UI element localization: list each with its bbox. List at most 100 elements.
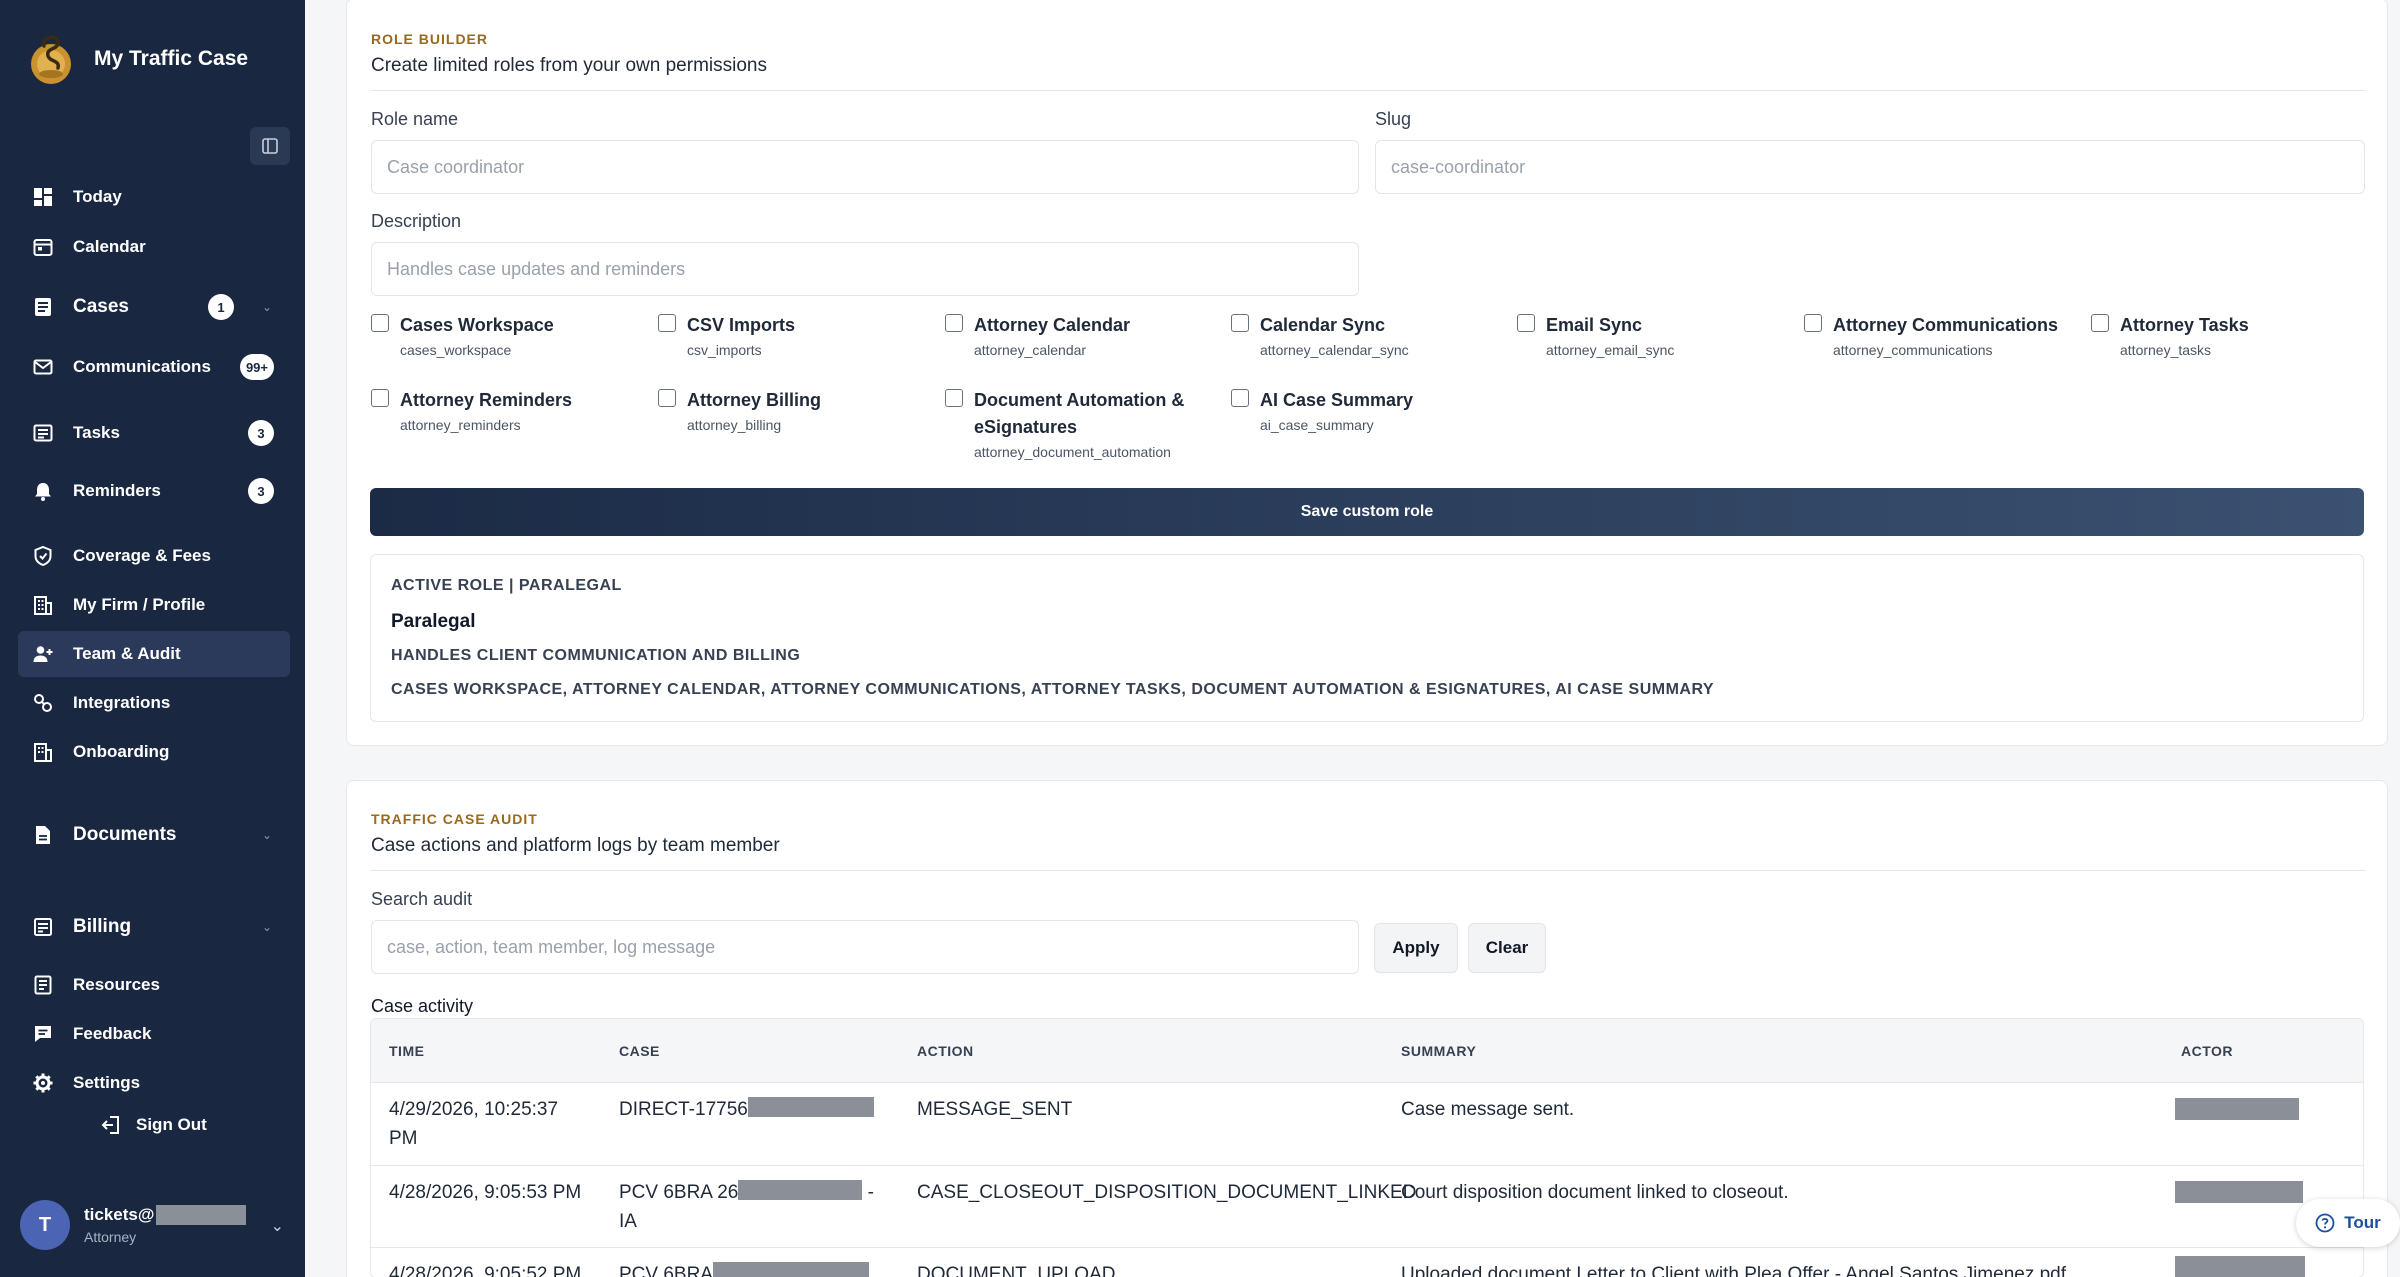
slug-label: Slug xyxy=(1375,109,1412,129)
permission-title: Email Sync xyxy=(1546,315,1643,335)
chevron-down-icon[interactable]: ⌄ xyxy=(262,300,272,314)
sidebar-item-reminders[interactable]: Reminders 3 xyxy=(18,468,290,514)
permission-attorney-tasks[interactable]: Attorney Tasks attorney_tasks xyxy=(2091,312,2371,358)
tour-button[interactable]: Tour xyxy=(2296,1199,2400,1247)
checkbox[interactable] xyxy=(371,314,389,332)
checkbox[interactable] xyxy=(1517,314,1535,332)
slug-input[interactable]: case-coordinator xyxy=(1375,140,2365,194)
permission-title: Attorney Billing xyxy=(687,390,821,410)
column-header: TIME xyxy=(389,1043,425,1059)
search-audit-input[interactable]: case, action, team member, log message xyxy=(371,920,1359,974)
help-circle-icon xyxy=(2315,1213,2335,1233)
case-activity-table: TIME CASE ACTION SUMMARY ACTOR 4/29/2026… xyxy=(370,1018,2364,1277)
sidebar-collapse-button[interactable] xyxy=(250,127,290,165)
sidebar-item-settings[interactable]: Settings xyxy=(18,1060,290,1106)
app-root: My Traffic Case Today Calendar Cases 1 ⌄… xyxy=(0,0,2400,1277)
description-input[interactable]: Handles case updates and reminders xyxy=(371,242,1359,296)
sidebar-item-resources[interactable]: Resources xyxy=(18,962,290,1008)
cell-case: PCV 6BRA xyxy=(619,1260,869,1277)
checkbox[interactable] xyxy=(658,314,676,332)
column-header: SUMMARY xyxy=(1401,1043,1477,1059)
apply-button[interactable]: Apply xyxy=(1374,923,1458,973)
user-email: tickets@ xyxy=(84,1205,247,1225)
checkbox[interactable] xyxy=(945,314,963,332)
cell-case-text: PCV 6BRA xyxy=(619,1264,713,1277)
sidebar-item-billing[interactable]: Billing ⌄ xyxy=(18,904,290,950)
permission-attorney-reminders[interactable]: Attorney Reminders attorney_reminders xyxy=(371,387,651,433)
sidebar-item-onboarding[interactable]: Onboarding xyxy=(18,729,290,775)
sidebar-item-label: Onboarding xyxy=(73,742,170,761)
sidebar-item-team-audit[interactable]: Team & Audit xyxy=(18,631,290,677)
chevron-down-icon[interactable]: ⌄ xyxy=(271,1216,284,1236)
bell-icon xyxy=(35,483,51,501)
resources-icon xyxy=(34,975,52,995)
sidebar-item-calendar[interactable]: Calendar xyxy=(18,224,290,270)
cell-summary: Uploaded document Letter to Client with … xyxy=(1401,1264,2067,1277)
permission-title: Calendar Sync xyxy=(1260,315,1386,335)
permission-attorney-calendar[interactable]: Attorney Calendar attorney_calendar xyxy=(945,312,1225,358)
calendar-icon xyxy=(33,239,53,256)
permission-slug: attorney_calendar_sync xyxy=(1260,342,1409,358)
permission-cases-workspace[interactable]: Cases Workspace cases_workspace xyxy=(371,312,651,358)
table-row[interactable]: 4/28/2026, 9:05:52 PM PCV 6BRA DOCUMENT_… xyxy=(371,1248,2363,1277)
user-info: tickets@ Attorney xyxy=(84,1205,247,1245)
divider xyxy=(371,90,2365,91)
active-role-header: ACTIVE ROLE | PARALEGAL xyxy=(391,577,622,594)
permission-ai-case-summary[interactable]: AI Case Summary ai_case_summary xyxy=(1231,387,1511,433)
permission-attorney-communications[interactable]: Attorney Communications attorney_communi… xyxy=(1804,312,2084,358)
column-header: ACTOR xyxy=(2181,1043,2234,1059)
sidebar-item-today[interactable]: Today xyxy=(18,174,290,220)
user-email-text: tickets@ xyxy=(84,1205,155,1224)
sidebar-item-tasks[interactable]: Tasks 3 xyxy=(18,410,290,456)
chevron-down-icon[interactable]: ⌄ xyxy=(262,920,272,934)
sidebar-item-label: Calendar xyxy=(73,237,146,256)
user-plus-icon xyxy=(33,646,53,662)
cell-time: PM xyxy=(389,1128,418,1149)
sidebar-item-label: Feedback xyxy=(73,1024,152,1043)
permission-slug: attorney_email_sync xyxy=(1546,342,1675,358)
sidebar-item-coverage[interactable]: Coverage & Fees xyxy=(18,533,290,579)
cell-time: 4/29/2026, 10:25:37 xyxy=(389,1099,559,1120)
count-badge: 3 xyxy=(248,478,274,504)
table-row[interactable]: 4/28/2026, 9:05:53 PM PCV 6BRA 26 - IA C… xyxy=(371,1166,2363,1248)
dashboard-icon xyxy=(34,188,52,206)
role-name-input[interactable]: Case coordinator xyxy=(371,140,1359,194)
checkbox[interactable] xyxy=(371,389,389,407)
cell-case: DIRECT-17756 xyxy=(619,1095,874,1124)
case-activity-label: Case activity xyxy=(371,996,474,1016)
permission-csv-imports[interactable]: CSV Imports csv_imports xyxy=(658,312,938,358)
checkbox[interactable] xyxy=(1231,314,1249,332)
save-custom-role-button[interactable]: Save custom role xyxy=(370,488,2364,536)
cell-case-text: PCV 6BRA 26 xyxy=(619,1182,739,1203)
sidebar-item-feedback[interactable]: Feedback xyxy=(18,1011,290,1057)
sidebar-item-integrations[interactable]: Integrations xyxy=(18,680,290,726)
permission-document-automation[interactable]: Document Automation & eSignatures attorn… xyxy=(945,387,1195,460)
checkbox[interactable] xyxy=(2091,314,2109,332)
sign-out-button[interactable]: Sign Out xyxy=(100,1114,207,1136)
sidebar-item-communications[interactable]: Communications 99+ xyxy=(18,344,290,390)
permission-email-sync[interactable]: Email Sync attorney_email_sync xyxy=(1517,312,1797,358)
sidebar-item-cases[interactable]: Cases 1 ⌄ xyxy=(18,284,290,330)
redaction-block xyxy=(712,1262,869,1277)
sidebar-item-firm[interactable]: My Firm / Profile xyxy=(18,582,290,628)
permission-title: CSV Imports xyxy=(687,315,796,335)
table-row[interactable]: 4/29/2026, 10:25:37 PM DIRECT-17756 MESS… xyxy=(371,1083,2363,1166)
checkbox[interactable] xyxy=(658,389,676,407)
active-role-description: HANDLES CLIENT COMMUNICATION AND BILLING xyxy=(391,647,801,664)
count-badge: 3 xyxy=(248,420,274,446)
sidebar-item-label: Team & Audit xyxy=(73,644,181,663)
checkbox[interactable] xyxy=(1804,314,1822,332)
sidebar-item-documents[interactable]: Documents ⌄ xyxy=(18,812,290,858)
permission-slug: attorney_communications xyxy=(1833,342,1993,358)
sidebar-item-label: My Firm / Profile xyxy=(73,595,206,614)
permission-calendar-sync[interactable]: Calendar Sync attorney_calendar_sync xyxy=(1231,312,1511,358)
permission-title: Document Automation & eSignatures xyxy=(974,390,1185,437)
chevron-down-icon[interactable]: ⌄ xyxy=(262,828,272,842)
checkbox[interactable] xyxy=(1231,389,1249,407)
brand[interactable]: My Traffic Case xyxy=(24,32,248,86)
permission-attorney-billing[interactable]: Attorney Billing attorney_billing xyxy=(658,387,938,433)
checkbox[interactable] xyxy=(945,389,963,407)
column-header: CASE xyxy=(619,1043,660,1059)
user-menu[interactable]: T tickets@ Attorney ⌄ xyxy=(20,1198,292,1252)
clear-button[interactable]: Clear xyxy=(1468,923,1546,973)
